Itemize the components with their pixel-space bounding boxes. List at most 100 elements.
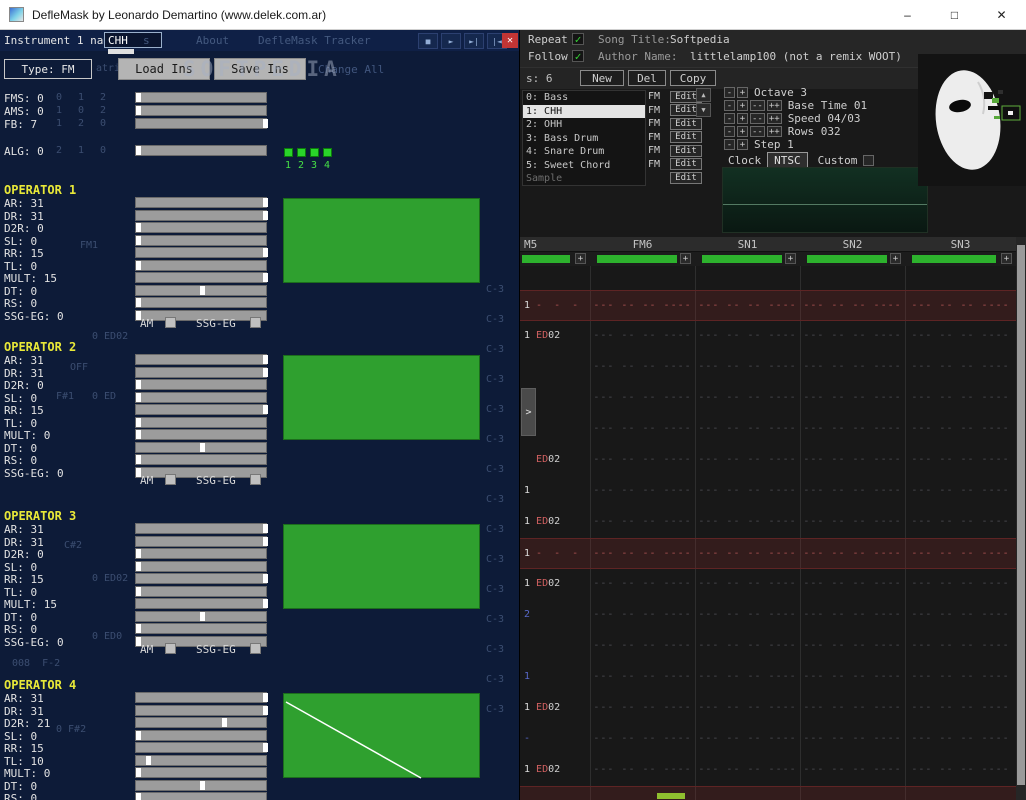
slider-handle[interactable] xyxy=(136,624,141,633)
slider-handle[interactable] xyxy=(263,210,268,220)
channel-name[interactable]: M5 xyxy=(524,238,537,251)
instrument-list-item[interactable]: 1: CHH xyxy=(523,104,645,118)
transport-button[interactable]: ► xyxy=(441,33,461,49)
stepper-button[interactable]: - xyxy=(724,139,735,150)
pattern-cell[interactable]: --- -- -- ---- xyxy=(800,485,905,496)
pattern-cell[interactable]: --- -- -- ---- xyxy=(800,423,905,434)
slider[interactable] xyxy=(135,560,267,572)
menu-item-app[interactable]: DefleMask Tracker xyxy=(258,34,371,47)
slider-handle[interactable] xyxy=(263,355,268,364)
scrollbar-thumb[interactable] xyxy=(1017,245,1025,785)
channel-name[interactable]: FM6 xyxy=(590,238,695,251)
save-instrument-button[interactable]: Save Ins xyxy=(214,58,306,80)
slider-handle[interactable] xyxy=(263,524,268,533)
alg-operator-led[interactable] xyxy=(297,148,306,157)
menu-item-fragment[interactable]: s xyxy=(143,34,150,47)
pattern-cell[interactable]: --- -- -- ---- xyxy=(905,516,1016,527)
pattern-cell[interactable]: --- -- -- ---- xyxy=(695,796,800,800)
pattern-cell[interactable]: --- -- -- ---- xyxy=(905,702,1016,713)
stepper-button[interactable]: + xyxy=(737,126,748,137)
alg-operator-led[interactable] xyxy=(284,148,293,157)
stepper-button[interactable]: ++ xyxy=(766,126,782,137)
stepper-button[interactable]: - xyxy=(724,126,735,137)
slider[interactable] xyxy=(135,610,267,622)
add-effect-column-button[interactable]: + xyxy=(1001,253,1012,264)
am-checkbox[interactable] xyxy=(165,643,176,654)
pattern-row-left[interactable]: 1 ED02 xyxy=(524,330,560,341)
slider[interactable] xyxy=(135,105,267,116)
stepper-button[interactable]: - xyxy=(724,100,735,111)
slider[interactable] xyxy=(135,598,268,609)
slider[interactable] xyxy=(135,209,268,221)
slider-handle[interactable] xyxy=(136,730,141,740)
edit-instrument-button[interactable]: Edit xyxy=(670,117,702,130)
pattern-cell[interactable]: --- -- -- ---- xyxy=(695,361,800,372)
transport-button[interactable]: ■ xyxy=(418,33,438,49)
pattern-row-left[interactable]: 1 xyxy=(524,671,536,682)
slider[interactable] xyxy=(135,754,267,766)
slider[interactable] xyxy=(135,454,267,465)
slider-handle[interactable] xyxy=(136,106,141,115)
pattern-cell[interactable]: --- -- -- ---- xyxy=(695,733,800,744)
pattern-cell[interactable]: --- -- -- ---- xyxy=(590,361,695,372)
edit-instrument-button[interactable]: Edit xyxy=(670,171,702,184)
slider[interactable] xyxy=(135,548,267,559)
stepper-button[interactable]: - xyxy=(724,87,735,98)
slider-handle[interactable] xyxy=(199,611,205,621)
slider[interactable] xyxy=(135,354,268,365)
slider[interactable] xyxy=(135,379,267,390)
stepper-button[interactable]: ++ xyxy=(766,113,782,124)
pattern-row-left[interactable]: 2 xyxy=(524,609,536,620)
slider-handle[interactable] xyxy=(263,248,268,257)
slider-handle[interactable] xyxy=(199,780,205,790)
pattern-cell[interactable]: --- -- -- ---- xyxy=(590,702,695,713)
slider[interactable] xyxy=(135,729,267,741)
pattern-cell[interactable]: --- -- -- ---- xyxy=(905,485,1016,496)
slider[interactable] xyxy=(135,742,268,753)
delete-instrument-button[interactable]: Del xyxy=(628,70,666,86)
slider-handle[interactable] xyxy=(263,536,268,546)
scroll-up-icon[interactable]: ▲ xyxy=(696,88,711,102)
slider[interactable] xyxy=(135,197,268,208)
slider-handle[interactable] xyxy=(222,718,228,727)
pattern-cell[interactable]: --- -- -- ---- xyxy=(590,454,695,465)
stepper-button[interactable]: + xyxy=(737,113,748,124)
pattern-cell[interactable]: --- -- -- ---- xyxy=(905,733,1016,744)
pattern-cell[interactable]: --- -- -- ---- xyxy=(800,764,905,775)
pattern-cell[interactable]: --- -- -- ---- xyxy=(695,640,800,651)
close-button[interactable]: ✕ xyxy=(978,0,1025,29)
pattern-cell[interactable]: --- -- -- ---- xyxy=(695,578,800,589)
pattern-cell[interactable]: --- -- -- ---- xyxy=(905,671,1016,682)
pattern-cell[interactable]: --- -- -- ---- xyxy=(800,578,905,589)
pattern-cell[interactable]: --- -- -- ---- xyxy=(590,548,695,559)
pattern-cell[interactable]: --- -- -- ---- xyxy=(800,548,905,559)
stepper-button[interactable]: + xyxy=(737,139,748,150)
stepper-button[interactable]: + xyxy=(737,100,748,111)
pattern-cell[interactable]: --- -- -- ---- xyxy=(905,764,1016,775)
pattern-cell[interactable]: --- -- -- ---- xyxy=(590,516,695,527)
slider[interactable] xyxy=(135,366,268,378)
slider[interactable] xyxy=(135,441,267,453)
edit-instrument-button[interactable]: Edit xyxy=(670,131,702,144)
custom-clock-checkbox[interactable] xyxy=(863,155,875,166)
pattern-cell[interactable]: --- -- -- ---- xyxy=(905,609,1016,620)
slider-handle[interactable] xyxy=(199,442,205,452)
slider-handle[interactable] xyxy=(136,417,141,427)
slider-handle[interactable] xyxy=(263,599,268,608)
slider-handle[interactable] xyxy=(263,367,268,377)
pattern-cell[interactable]: --- -- -- ---- xyxy=(905,640,1016,651)
slider-handle[interactable] xyxy=(263,574,268,583)
slider[interactable] xyxy=(135,779,267,791)
slider-handle[interactable] xyxy=(136,223,141,232)
pattern-cell[interactable]: --- -- -- ---- xyxy=(590,578,695,589)
alg-operator-led[interactable] xyxy=(323,148,332,157)
pattern-cell[interactable]: --- -- -- ---- xyxy=(695,423,800,434)
pattern-cell[interactable]: --- -- -- ---- xyxy=(905,392,1016,403)
slider[interactable] xyxy=(135,523,268,534)
pattern-cell[interactable]: --- -- -- ---- xyxy=(800,671,905,682)
slider[interactable] xyxy=(135,535,268,547)
stepper-button[interactable]: - xyxy=(724,113,735,124)
ssg-eg-checkbox[interactable] xyxy=(250,317,261,328)
instrument-list-item[interactable]: 4: Snare Drum xyxy=(523,145,645,159)
pattern-cell[interactable]: --- -- -- ---- xyxy=(800,702,905,713)
